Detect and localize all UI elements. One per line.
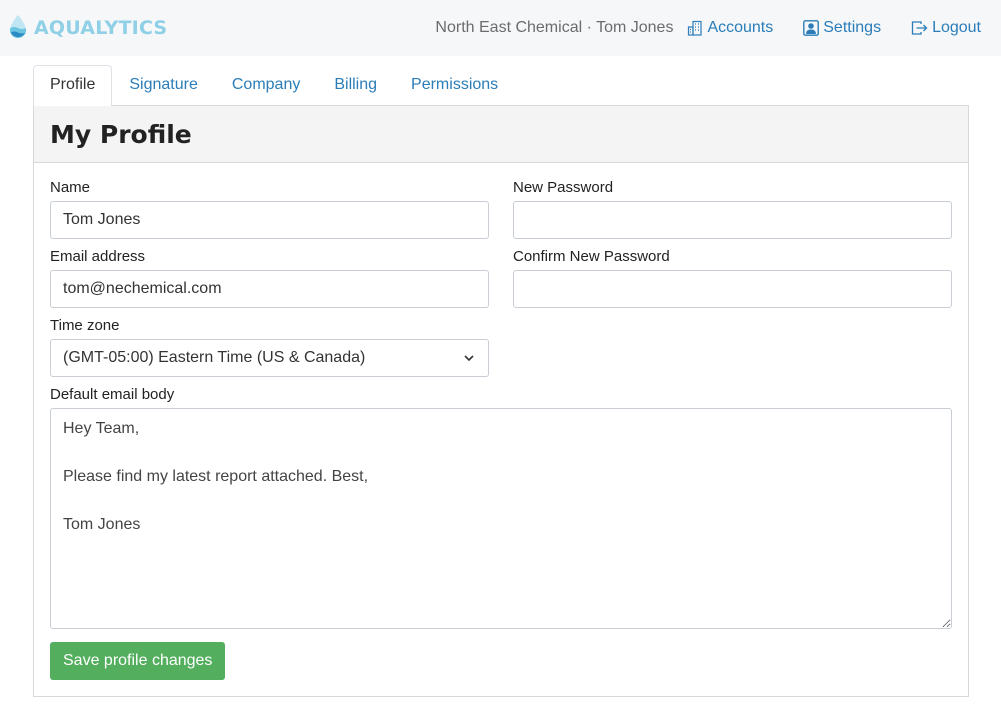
email-input[interactable] bbox=[50, 270, 489, 308]
confirm-password-label: Confirm New Password bbox=[513, 248, 670, 265]
accounts-link[interactable]: Accounts bbox=[687, 19, 773, 37]
brand-logo[interactable]: AQUALYTICS bbox=[8, 14, 167, 43]
tab-profile[interactable]: Profile bbox=[33, 65, 113, 106]
logout-icon bbox=[911, 20, 928, 36]
timezone-field-group: Time zone (GMT-05:00) Eastern Time (US &… bbox=[50, 317, 489, 377]
account-context: North East Chemical · Tom Jones bbox=[435, 19, 674, 36]
email-body-field-group: Default email body Hey Team, Please find… bbox=[50, 386, 952, 634]
confirm-password-input[interactable] bbox=[513, 270, 952, 308]
timezone-select[interactable]: (GMT-05:00) Eastern Time (US & Canada) bbox=[50, 339, 489, 377]
settings-link[interactable]: Settings bbox=[803, 19, 881, 37]
water-drop-icon bbox=[8, 14, 28, 43]
brand-name: AQUALYTICS bbox=[34, 17, 168, 39]
save-profile-button[interactable]: Save profile changes bbox=[50, 642, 226, 680]
email-body-textarea[interactable]: Hey Team, Please find my latest report a… bbox=[50, 408, 952, 629]
tab-company[interactable]: Company bbox=[215, 65, 317, 106]
email-body-label: Default email body bbox=[50, 386, 175, 403]
card-header: My Profile bbox=[34, 106, 968, 163]
top-navbar: AQUALYTICS North East Chemical · Tom Jon… bbox=[0, 0, 1001, 56]
timezone-label: Time zone bbox=[50, 317, 120, 334]
new-password-input[interactable] bbox=[513, 201, 952, 239]
email-field-group: Email address bbox=[50, 248, 489, 308]
profile-container: Profile Signature Company Billing Permis… bbox=[33, 65, 969, 697]
page-title: My Profile bbox=[50, 119, 192, 149]
new-password-label: New Password bbox=[513, 179, 614, 196]
settings-link-label: Settings bbox=[823, 19, 882, 36]
confirm-password-field-group: Confirm New Password bbox=[513, 248, 952, 308]
logout-link[interactable]: Logout bbox=[911, 19, 981, 37]
tab-signature[interactable]: Signature bbox=[112, 65, 215, 106]
new-password-field-group: New Password bbox=[513, 179, 952, 239]
tab-billing[interactable]: Billing bbox=[317, 65, 394, 106]
logout-link-label: Logout bbox=[932, 19, 981, 36]
name-field-group: Name bbox=[50, 179, 489, 239]
timezone-selected-value: (GMT-05:00) Eastern Time (US & Canada) bbox=[63, 349, 366, 366]
user-square-icon bbox=[803, 20, 820, 36]
name-label: Name bbox=[50, 179, 91, 196]
chevron-down-icon bbox=[463, 351, 475, 369]
email-label: Email address bbox=[50, 248, 146, 265]
name-input[interactable] bbox=[50, 201, 489, 239]
tab-permissions[interactable]: Permissions bbox=[394, 65, 515, 106]
building-icon bbox=[687, 20, 703, 36]
profile-card: My Profile Name Email address Time zone bbox=[33, 105, 969, 697]
settings-tabs: Profile Signature Company Billing Permis… bbox=[33, 65, 969, 106]
accounts-link-label: Accounts bbox=[707, 19, 774, 36]
